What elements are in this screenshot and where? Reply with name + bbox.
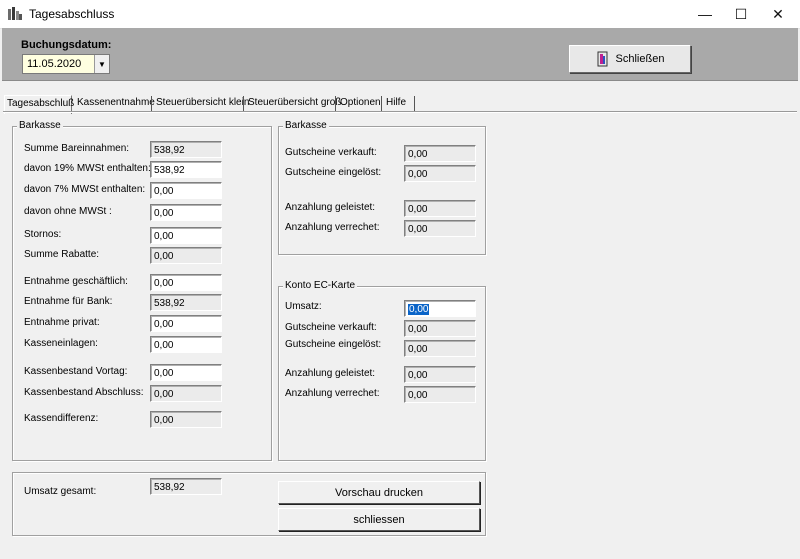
field-value: 0,00 xyxy=(150,227,222,244)
field-label: Entnahme für Bank: xyxy=(24,296,113,307)
field-label: Kassendifferenz: xyxy=(24,413,99,424)
tab-divider xyxy=(3,111,797,113)
field-value: 0,00 xyxy=(404,386,476,403)
field-label: Entnahme privat: xyxy=(24,317,100,328)
field-label: Kassenbestand Abschluss: xyxy=(24,387,144,398)
field-value: 0,00 xyxy=(404,366,476,383)
close-icon: ✕ xyxy=(772,5,784,22)
field-value: 0,00 xyxy=(150,247,222,264)
exit-door-icon xyxy=(597,51,608,67)
field-label: Summe Bareinnahmen: xyxy=(24,143,130,154)
field-label: Anzahlung verrechet: xyxy=(285,222,380,233)
field-value: 0,00 xyxy=(404,200,476,217)
field-value: 538,92 xyxy=(150,161,222,178)
minimize-icon: — xyxy=(698,6,712,22)
booking-date-value: 11.05.2020 xyxy=(27,58,82,70)
field-label: Entnahme geschäftlich: xyxy=(24,276,128,287)
window-title: Tagesabschluss xyxy=(29,7,115,21)
field-value: 0,00 xyxy=(404,145,476,162)
booking-date-picker[interactable]: 11.05.2020 ▼ xyxy=(22,54,110,74)
ec-umsatz-input[interactable]: 0,00 xyxy=(404,300,476,317)
field-value: 0,00 xyxy=(404,340,476,357)
field-label: Kassenbestand Vortag: xyxy=(24,366,128,377)
schliessen-button[interactable]: schliessen xyxy=(278,508,480,531)
field-value: 0,00 xyxy=(150,411,222,428)
field-value: 0,00 xyxy=(404,165,476,182)
title-bar: Tagesabschluss — ☐ ✕ xyxy=(0,0,800,29)
field-label: Umsatz: xyxy=(285,301,322,312)
tab-separator xyxy=(243,96,244,111)
field-label: Anzahlung geleistet: xyxy=(285,202,376,213)
field-value: 538,92 xyxy=(150,141,222,158)
ec-card-title: Konto EC-Karte xyxy=(283,280,358,291)
total-sales-value: 538,92 xyxy=(150,478,222,495)
tab-separator xyxy=(414,96,415,111)
field-value: 0,00 xyxy=(150,182,222,199)
tab-separator xyxy=(335,96,336,111)
print-preview-label: Vorschau drucken xyxy=(334,486,424,499)
field-value: 0,00 xyxy=(150,315,222,332)
field-value: 0,00 xyxy=(404,320,476,337)
close-button[interactable]: Schließen xyxy=(569,45,691,73)
field-label: davon ohne MWSt : xyxy=(24,206,112,217)
close-button-label: Schließen xyxy=(615,53,665,65)
print-preview-button[interactable]: Vorschau drucken xyxy=(278,481,480,504)
field-value: 0,00 xyxy=(150,336,222,353)
barkasse-vouchers-title: Barkasse xyxy=(283,120,329,131)
minimize-button[interactable]: — xyxy=(687,0,723,28)
maximize-icon: ☐ xyxy=(734,5,748,22)
field-label: Gutscheine eingelöst: xyxy=(285,339,382,350)
field-value: 0,00 xyxy=(150,364,222,381)
field-label: Summe Rabatte: xyxy=(24,249,100,260)
field-label: Gutscheine verkauft: xyxy=(285,147,377,158)
field-label: davon 7% MWSt enthalten: xyxy=(24,184,146,195)
field-label: Gutscheine verkauft: xyxy=(285,322,377,333)
close-window-button[interactable]: ✕ xyxy=(760,0,796,28)
barkasse-group: Barkasse xyxy=(12,120,272,461)
tab-separator xyxy=(381,96,382,111)
field-label: davon 19% MWSt enthalten: xyxy=(24,163,151,174)
field-label: Anzahlung geleistet: xyxy=(285,368,376,379)
header-panel: Buchungsdatum: 11.05.2020 ▼ Schließen xyxy=(2,28,798,81)
ec-umsatz-value: 0,00 xyxy=(408,304,430,315)
schliessen-label: schliessen xyxy=(353,513,405,526)
maximize-button[interactable]: ☐ xyxy=(723,0,759,28)
chevron-down-icon[interactable]: ▼ xyxy=(94,55,109,73)
field-value: 0,00 xyxy=(404,220,476,237)
total-sales-label: Umsatz gesamt: xyxy=(24,486,97,497)
barkasse-title: Barkasse xyxy=(17,120,63,131)
field-value: 0,00 xyxy=(150,274,222,291)
field-label: Stornos: xyxy=(24,229,62,240)
app-icon xyxy=(8,7,22,20)
field-value: 538,92 xyxy=(150,294,222,311)
field-label: Kasseneinlagen: xyxy=(24,338,98,349)
booking-date-label: Buchungsdatum: xyxy=(21,39,112,51)
field-label: Gutscheine eingelöst: xyxy=(285,167,382,178)
tab-separator xyxy=(151,96,152,111)
field-value: 0,00 xyxy=(150,385,222,402)
field-value: 0,00 xyxy=(150,204,222,221)
field-label: Anzahlung verrechet: xyxy=(285,388,380,399)
